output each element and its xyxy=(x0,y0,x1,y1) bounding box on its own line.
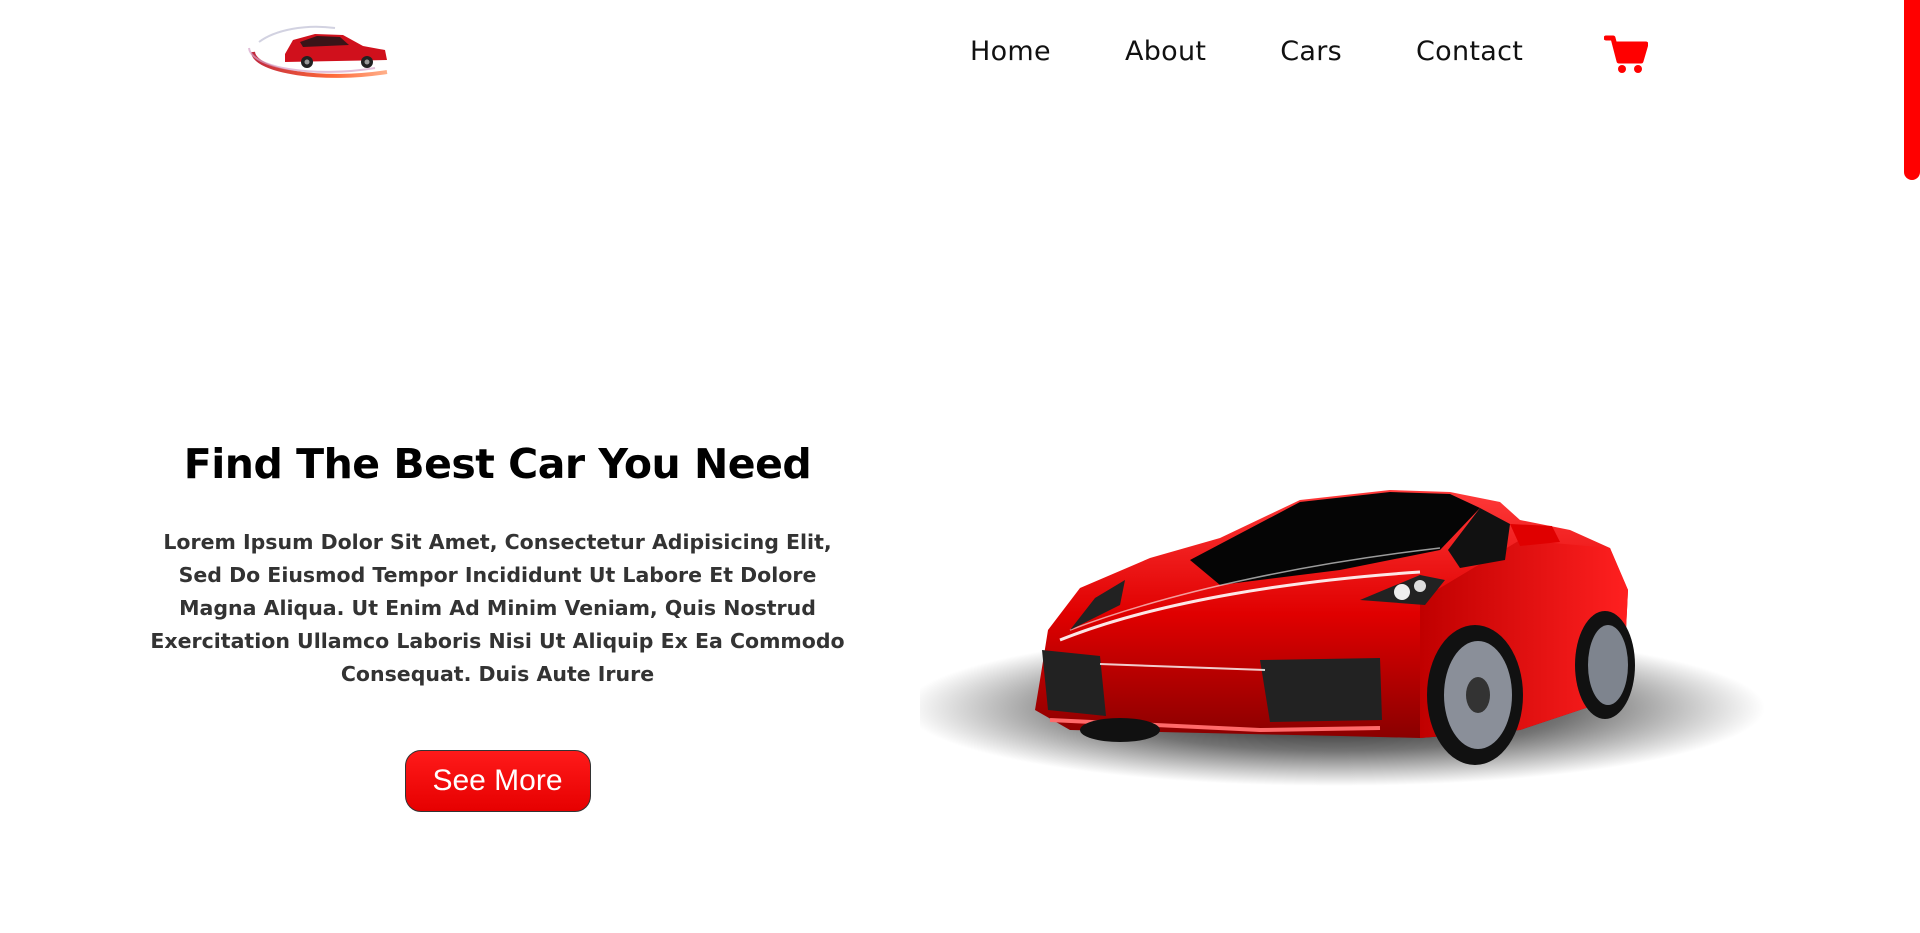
logo[interactable] xyxy=(245,20,395,88)
sports-car-image xyxy=(920,490,1765,786)
nav-home-link[interactable]: Home xyxy=(970,36,1051,67)
scrollbar-thumb[interactable] xyxy=(1904,0,1920,180)
hero-section: Find The Best Car You Need Lorem Ipsum D… xyxy=(145,440,850,812)
see-more-button[interactable]: See More xyxy=(404,750,591,812)
nav-cars-link[interactable]: Cars xyxy=(1280,36,1342,67)
page: Home About Cars Contact Find The Best Ca… xyxy=(0,0,1920,933)
hero-title: Find The Best Car You Need xyxy=(183,440,812,488)
main-nav: Home About Cars Contact xyxy=(970,36,1597,67)
nav-contact-link[interactable]: Contact xyxy=(1416,36,1523,67)
shopping-cart-icon[interactable] xyxy=(1604,33,1648,75)
nav-about-link[interactable]: About xyxy=(1125,36,1206,67)
hero-description: Lorem Ipsum Dolor Sit Amet, Consectetur … xyxy=(150,530,845,686)
scrollbar[interactable] xyxy=(1902,0,1920,933)
